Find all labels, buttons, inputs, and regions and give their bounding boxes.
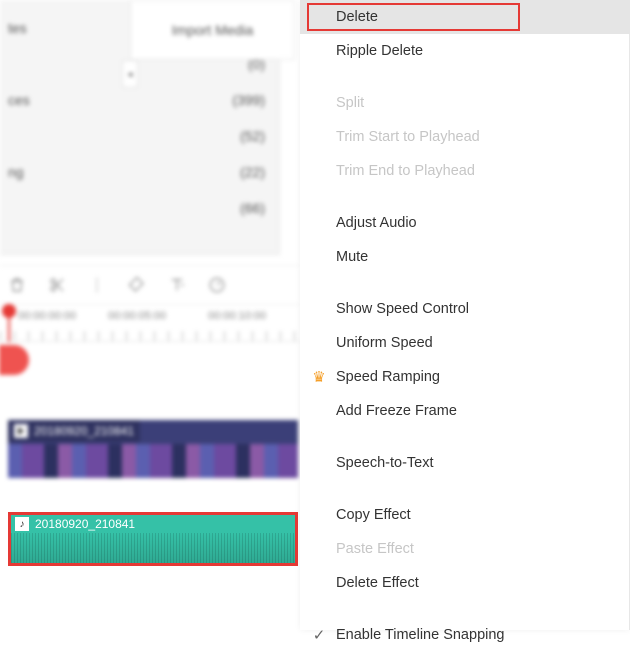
video-clip-label: 20180920_210841 [8,420,140,442]
timeline-ruler[interactable]: 00:00:00:00 00:00:05:00 00:00:10:00 [0,308,300,342]
ctx-copy-effect[interactable]: Copy Effect [300,498,630,532]
ruler-tick: 00:00:00:00 [18,310,76,322]
ctx-split: Split [300,86,630,120]
ctx-delete-effect[interactable]: Delete Effect [300,566,630,600]
scissors-icon[interactable] [46,274,68,296]
ctx-trim-end: Trim End to Playhead [300,154,630,188]
ctx-speed-ramping[interactable]: ♛ Speed Ramping [300,360,630,394]
tag-icon[interactable] [126,274,148,296]
ctx-uniform-speed[interactable]: Uniform Speed [300,326,630,360]
audio-waveform [11,533,295,563]
category-row[interactable]: ng(22) [0,154,279,190]
import-media-button[interactable]: Import Media [130,0,295,60]
trash-icon[interactable] [6,274,28,296]
ctx-delete[interactable]: Delete [300,0,630,34]
play-icon [14,424,28,438]
category-row[interactable]: (66) [0,190,279,226]
video-thumbnail-strip [8,444,298,478]
timeline-toolbar: | [0,265,300,305]
category-row[interactable]: ces(399) [0,82,279,118]
ctx-paste-effect: Paste Effect [300,532,630,566]
ctx-adjust-audio[interactable]: Adjust Audio [300,206,630,240]
speed-icon[interactable] [206,274,228,296]
toolbar-separator: | [86,274,108,296]
ctx-freeze-frame[interactable]: Add Freeze Frame [300,394,630,428]
crown-icon: ♛ [310,368,328,386]
ruler-tick: 00:00:10:00 [208,310,266,322]
context-menu: Delete Ripple Delete Split Trim Start to… [300,0,630,630]
music-note-icon: ♪ [15,517,29,531]
playhead-knob[interactable] [2,304,16,318]
category-row[interactable]: (52) [0,118,279,154]
ruler-marks [0,331,300,341]
collapse-panel-icon[interactable]: ◂ [122,60,138,88]
ctx-ripple-delete[interactable]: Ripple Delete [300,34,630,68]
audio-clip-selected[interactable]: ♪ 20180920_210841 [8,512,298,566]
ctx-timeline-snapping[interactable]: ✓ Enable Timeline Snapping [300,618,630,652]
text-icon[interactable] [166,274,188,296]
playhead-marker-icon[interactable] [0,345,29,375]
ctx-trim-start: Trim Start to Playhead [300,120,630,154]
ruler-tick: 00:00:05:00 [108,310,166,322]
check-icon: ✓ [310,626,328,644]
ctx-show-speed[interactable]: Show Speed Control [300,292,630,326]
ctx-speech-to-text[interactable]: Speech-to-Text [300,446,630,480]
audio-clip-label: ♪ 20180920_210841 [15,517,135,531]
ctx-mute[interactable]: Mute [300,240,630,274]
video-clip[interactable]: 20180920_210841 [8,420,298,478]
